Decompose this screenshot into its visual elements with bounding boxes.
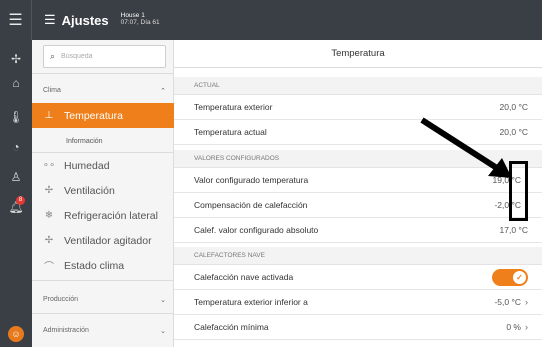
thermometer-icon[interactable]: 🌡︎ xyxy=(0,110,32,124)
menu-divider xyxy=(32,313,174,314)
section-administracion[interactable]: Administración ⌄ xyxy=(43,327,166,335)
row-label: Calefacción mínima xyxy=(194,322,269,332)
menu-item-label: Ventilador agitador xyxy=(64,234,152,247)
row-valor-configurado-temperatura[interactable]: Valor configurado temperatura 19,0 °C › xyxy=(174,168,542,193)
chevron-up-icon: ⌃ xyxy=(160,88,166,95)
person-icon[interactable]: ♙ xyxy=(0,170,32,184)
section-clima-label: Clima xyxy=(43,87,61,94)
app-title: Ajustes xyxy=(61,12,109,28)
row-label: Calefacción nave activada xyxy=(194,272,294,282)
house-info: House 1 07:07, Día 61 xyxy=(120,12,160,27)
calefaccion-toggle[interactable]: ✓ xyxy=(492,268,528,286)
row-value: 0 % xyxy=(506,322,521,332)
check-icon: ✓ xyxy=(513,270,526,284)
menu-item-refrigeracion-lateral[interactable]: ❄︎ Refrigeración lateral xyxy=(32,203,174,228)
row-label: Temperatura exterior xyxy=(194,102,273,112)
menu-item-label: Ventilación xyxy=(64,184,115,197)
group-calefactores-nave: CALEFACTORES NAVE xyxy=(174,247,542,265)
gauge-icon[interactable]: ◔ xyxy=(0,140,32,154)
group-actual: ACTUAL xyxy=(174,77,542,95)
climate-status-icon: ⌒ xyxy=(44,262,54,273)
menu-item-label: Temperatura xyxy=(64,109,123,122)
chevron-right-icon: › xyxy=(525,322,528,332)
content-panel: Temperatura ACTUAL Temperatura exterior … xyxy=(174,40,542,347)
row-value: -5,0 °C xyxy=(494,297,521,307)
row-value: 20,0 °C xyxy=(499,102,528,112)
hamburger-icon: ☰ xyxy=(8,12,23,29)
thermometer-icon: ⊥ xyxy=(44,110,54,121)
menu-divider xyxy=(32,280,174,281)
row-temperatura-exterior: Temperatura exterior 20,0 °C xyxy=(174,95,542,120)
row-temperatura-actual: Temperatura actual 20,0 °C xyxy=(174,120,542,145)
chevron-down-icon: ⌄ xyxy=(160,328,166,335)
sliders-icon: ☰ xyxy=(44,12,56,27)
section-produccion-label: Producción xyxy=(43,296,79,303)
row-calef-valor-absoluto: Calef. valor configurado absoluto 17,0 °… xyxy=(174,218,542,243)
menu-item-temperatura[interactable]: ⊥ Temperatura xyxy=(32,103,174,128)
menu-item-label: Estado clima xyxy=(64,259,125,272)
search-box[interactable]: ⌕ xyxy=(43,45,166,68)
section-clima[interactable]: Clima ⌃ xyxy=(43,87,166,95)
row-label: Compensación de calefacción xyxy=(194,200,308,210)
search-input[interactable] xyxy=(61,53,157,60)
top-bar: ☰ ☰ Ajustes House 1 07:07, Día 61 xyxy=(0,0,542,40)
section-administracion-label: Administración xyxy=(43,327,89,334)
app-header: ☰ Ajustes House 1 07:07, Día 61 xyxy=(44,0,160,40)
row-temperatura-exterior-inferior[interactable]: Temperatura exterior inferior a -5,0 °C › xyxy=(174,290,542,315)
menu-item-humedad[interactable]: ∘∘ Humedad xyxy=(32,153,174,178)
page-title: Temperatura xyxy=(174,40,542,68)
row-label: Temperatura exterior inferior a xyxy=(194,297,308,307)
row-calefaccion-nave-activada: Calefacción nave activada ✓ xyxy=(174,265,542,290)
icon-rail: ✢ ⌂ 🌡︎ ◔ ♙ 🔔︎ 8 ☺ xyxy=(0,40,32,347)
fan-icon: ✢ xyxy=(44,185,54,196)
row-label: Calef. valor configurado absoluto xyxy=(194,225,319,235)
snowflake-icon: ❄︎ xyxy=(44,210,54,221)
menu-item-ventilador-agitador[interactable]: ✢ Ventilador agitador xyxy=(32,228,174,253)
fan-icon[interactable]: ✢ xyxy=(0,52,32,66)
avatar-icon[interactable]: ☺ xyxy=(8,326,24,342)
row-label: Temperatura actual xyxy=(194,127,267,137)
row-label: Valor configurado temperatura xyxy=(194,175,309,185)
alarm-badge: 8 xyxy=(16,196,25,205)
row-value: 17,0 °C xyxy=(499,225,528,235)
annotation-highlight-box xyxy=(509,161,528,221)
row-calefaccion-minima[interactable]: Calefacción mínima 0 % › xyxy=(174,315,542,340)
fan-icon: ✢ xyxy=(44,235,54,246)
barn-icon[interactable]: ⌂ xyxy=(0,76,32,90)
menu-item-label: Humedad xyxy=(64,159,110,172)
menu-item-label: Refrigeración lateral xyxy=(64,209,158,222)
group-valores-configurados: VALORES CONFIGURADOS xyxy=(174,150,542,168)
menu-subitem-informacion[interactable]: Información xyxy=(32,131,174,151)
menu-item-ventilacion[interactable]: ✢ Ventilación xyxy=(32,178,174,203)
droplets-icon: ∘∘ xyxy=(42,160,56,171)
chevron-right-icon: › xyxy=(525,297,528,307)
settings-menu: ⌕ Clima ⌃ ⊥ Temperatura Información ∘∘ H… xyxy=(32,40,174,347)
house-time: 07:07, Día 61 xyxy=(120,19,160,26)
menu-item-estado-clima[interactable]: ⌒ Estado clima xyxy=(32,253,174,278)
menu-subitem-label: Información xyxy=(66,137,103,145)
chevron-down-icon: ⌄ xyxy=(160,297,166,304)
row-value: 20,0 °C xyxy=(499,127,528,137)
row-compensacion-calefaccion[interactable]: Compensación de calefacción -2,0 °C › xyxy=(174,193,542,218)
search-icon: ⌕ xyxy=(50,51,56,61)
section-produccion[interactable]: Producción ⌄ xyxy=(43,296,166,304)
hamburger-menu-button[interactable]: ☰ xyxy=(0,0,32,40)
menu-divider xyxy=(32,73,174,74)
